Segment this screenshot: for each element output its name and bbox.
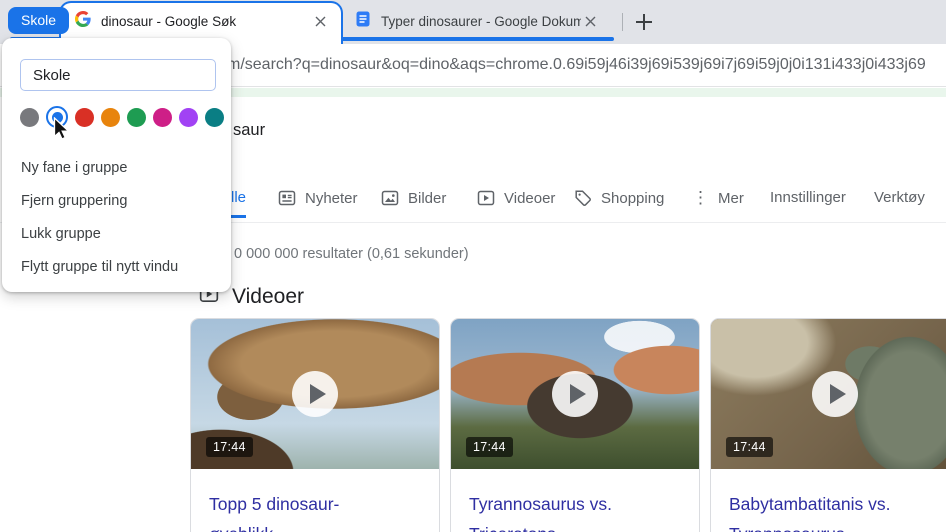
browser-window: Skole dinosaur - Google Søk Typer dinosa… <box>0 0 946 532</box>
images-icon <box>381 189 399 207</box>
video-duration: 17:44 <box>206 437 253 457</box>
close-tab-icon[interactable] <box>311 13 329 31</box>
video-duration: 17:44 <box>466 437 513 457</box>
nav-tab-shopping[interactable]: Shopping <box>574 189 664 207</box>
color-swatch-orange[interactable] <box>101 107 120 127</box>
play-button-icon[interactable] <box>812 371 858 417</box>
menu-item-new-tab-in-group[interactable]: Ny fane i gruppe <box>21 158 127 178</box>
google-docs-icon <box>355 11 371 32</box>
more-vert-icon: ⋮ <box>692 188 709 207</box>
results-stats: 0 000 000 resultater (0,61 sekunder) <box>234 246 469 262</box>
url-bar[interactable]: m/search?q=dinosaur&oq=dino&aqs=chrome.0… <box>227 56 946 74</box>
color-swatch-teal[interactable] <box>205 107 224 127</box>
nav-tools[interactable]: Verktøy <box>874 189 925 206</box>
tab-group-menu: Ny fane i gruppe Fjern gruppering Lukk g… <box>2 38 231 292</box>
shopping-tag-icon <box>574 189 592 207</box>
nav-label: Videoer <box>504 189 556 207</box>
nav-tab-more[interactable]: ⋮ Mer <box>692 189 744 207</box>
video-icon <box>477 189 495 207</box>
video-card[interactable]: 17:44 Topp 5 dinosaur-øyeblikk <box>190 318 440 532</box>
color-swatch-red[interactable] <box>75 107 94 127</box>
news-icon <box>278 189 296 207</box>
nav-tab-images[interactable]: Bilder <box>381 189 446 207</box>
video-card[interactable]: 17:44 Tyrannosaurus vs. Triceratops <box>450 318 700 532</box>
color-swatch-pink[interactable] <box>153 107 172 127</box>
group-color-picker <box>20 106 224 128</box>
nav-label: Mer <box>718 189 744 207</box>
video-title-link[interactable]: Topp 5 dinosaur-øyeblikk <box>191 469 409 532</box>
tab-title: Typer dinosaurer - Google Dokum <box>381 14 581 29</box>
video-thumbnail[interactable]: 17:44 <box>451 319 699 469</box>
menu-item-close-group[interactable]: Lukk gruppe <box>21 224 101 244</box>
video-title-link[interactable]: Tyrannosaurus vs. Triceratops <box>451 469 669 532</box>
video-thumbnail[interactable]: 17:44 <box>191 319 439 469</box>
play-button-icon[interactable] <box>552 371 598 417</box>
close-tab-icon[interactable] <box>581 13 599 31</box>
nav-label: Innstillinger <box>770 189 846 206</box>
video-duration: 17:44 <box>726 437 773 457</box>
video-title-link[interactable]: Babytambatitanis vs. Tyrannosaurus <box>711 469 929 532</box>
nav-tab-all[interactable]: lle <box>231 189 247 218</box>
group-name-input[interactable] <box>20 59 216 91</box>
color-swatch-green[interactable] <box>127 107 146 127</box>
nav-settings[interactable]: Innstillinger <box>770 189 846 206</box>
tab-typer-dinosaurer[interactable]: Typer dinosaurer - Google Dokum <box>347 5 613 38</box>
google-favicon-icon <box>75 11 91 32</box>
tab-strip-divider <box>622 13 623 31</box>
nav-tab-news[interactable]: Nyheter <box>278 189 358 207</box>
color-swatch-grey[interactable] <box>20 107 39 127</box>
play-button-icon[interactable] <box>292 371 338 417</box>
video-card[interactable]: 17:44 Babytambatitanis vs. Tyrannosaurus <box>710 318 946 532</box>
nav-label: Verktøy <box>874 189 925 206</box>
nav-label: Nyheter <box>305 189 358 207</box>
search-query-text[interactable]: saur <box>233 121 265 140</box>
videos-heading: Videoer <box>232 284 305 308</box>
menu-item-move-group[interactable]: Flytt gruppe til nytt vindu <box>21 257 178 277</box>
nav-label: Bilder <box>408 189 447 207</box>
nav-tab-videos[interactable]: Videoer <box>477 189 555 207</box>
mouse-cursor-icon <box>53 116 75 146</box>
tab-group-chip-skole[interactable]: Skole <box>8 7 70 34</box>
menu-item-ungroup[interactable]: Fjern gruppering <box>21 191 127 211</box>
nav-label: Shopping <box>601 189 665 207</box>
color-swatch-purple[interactable] <box>179 107 198 127</box>
video-thumbnail[interactable]: 17:44 <box>711 319 946 469</box>
new-tab-button[interactable] <box>633 11 655 33</box>
tab-title: dinosaur - Google Søk <box>101 14 237 29</box>
